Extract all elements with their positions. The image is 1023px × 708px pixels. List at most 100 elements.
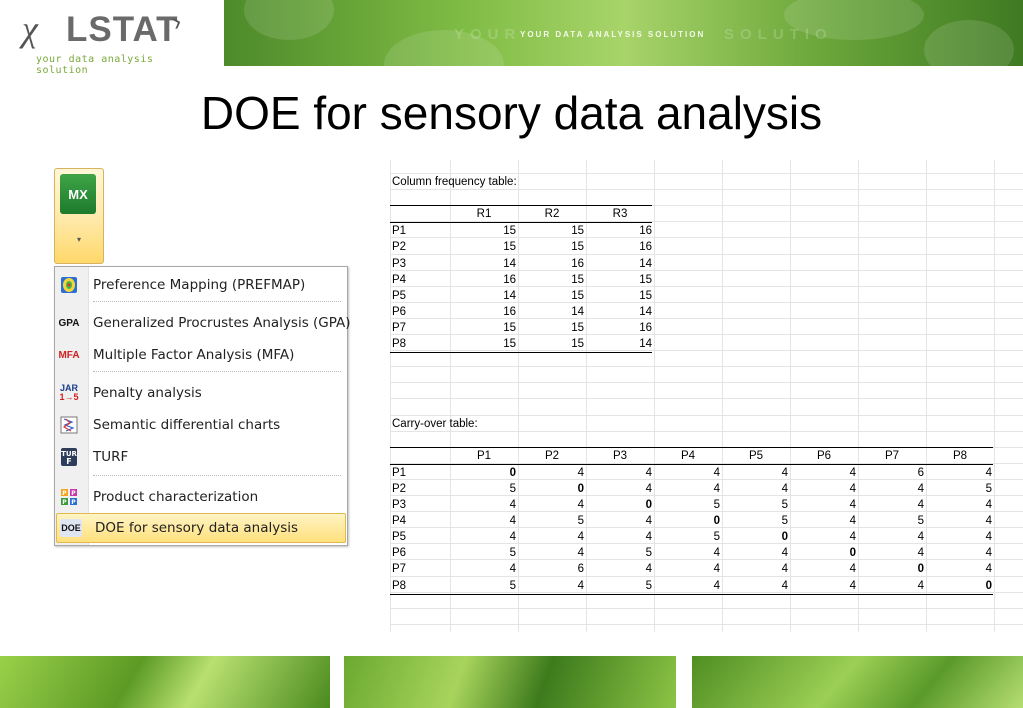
table-cell[interactable]: 6: [860, 465, 924, 481]
table-cell[interactable]: 5: [656, 497, 720, 513]
table-cell[interactable]: 16: [588, 320, 652, 336]
table-cell[interactable]: 0: [928, 578, 992, 594]
table-cell[interactable]: 4: [588, 529, 652, 545]
table-cell[interactable]: 5: [928, 481, 992, 497]
column-header[interactable]: P1: [452, 448, 516, 464]
table-cell[interactable]: 4: [928, 545, 992, 561]
row-header[interactable]: P4: [392, 513, 448, 529]
column-header[interactable]: R2: [520, 206, 584, 222]
table-cell[interactable]: 4: [792, 513, 856, 529]
table-cell[interactable]: 5: [724, 497, 788, 513]
table-cell[interactable]: 14: [588, 256, 652, 272]
table-cell[interactable]: 5: [452, 578, 516, 594]
row-header[interactable]: P1: [392, 465, 448, 481]
row-header[interactable]: P8: [392, 578, 448, 594]
row-header[interactable]: P3: [392, 497, 448, 513]
column-header[interactable]: P5: [724, 448, 788, 464]
table-cell[interactable]: 0: [452, 465, 516, 481]
table-cell[interactable]: 14: [588, 336, 652, 352]
table-cell[interactable]: 4: [792, 561, 856, 577]
row-header[interactable]: P2: [392, 481, 448, 497]
table-cell[interactable]: 4: [928, 529, 992, 545]
table-cell[interactable]: 4: [656, 481, 720, 497]
table-cell[interactable]: 4: [588, 513, 652, 529]
table-cell[interactable]: 5: [588, 578, 652, 594]
table-cell[interactable]: 15: [452, 239, 516, 255]
table-cell[interactable]: 15: [452, 320, 516, 336]
menu-item-product-characterization[interactable]: PPPP Product characterization: [55, 483, 345, 511]
table-cell[interactable]: 5: [656, 529, 720, 545]
menu-item-gpa[interactable]: GPA Generalized Procrustes Analysis (GPA…: [55, 309, 351, 337]
table-cell[interactable]: 4: [724, 481, 788, 497]
table-cell[interactable]: 4: [656, 578, 720, 594]
table-cell[interactable]: 4: [792, 529, 856, 545]
table-cell[interactable]: 4: [724, 578, 788, 594]
menu-item-prefmap[interactable]: Preference Mapping (PREFMAP): [55, 271, 345, 299]
row-header[interactable]: P7: [392, 320, 448, 336]
table-cell[interactable]: 4: [928, 513, 992, 529]
column-header[interactable]: P6: [792, 448, 856, 464]
menu-item-semantic[interactable]: Semantic differential charts: [55, 411, 345, 439]
table-cell[interactable]: 5: [588, 545, 652, 561]
table-cell[interactable]: 4: [656, 545, 720, 561]
row-header[interactable]: P7: [392, 561, 448, 577]
menu-item-doe-selected[interactable]: DOE DOE for sensory data analysis: [56, 513, 346, 543]
table-cell[interactable]: 5: [724, 513, 788, 529]
table-cell[interactable]: 4: [928, 497, 992, 513]
table-cell[interactable]: 0: [656, 513, 720, 529]
column-header[interactable]: P3: [588, 448, 652, 464]
table-cell[interactable]: 16: [520, 256, 584, 272]
table-cell[interactable]: 4: [792, 481, 856, 497]
table-cell[interactable]: 4: [860, 578, 924, 594]
column-header[interactable]: P7: [860, 448, 924, 464]
menu-item-penalty[interactable]: JAR 1→5 Penalty analysis: [55, 379, 345, 407]
table-cell[interactable]: 14: [520, 304, 584, 320]
table-cell[interactable]: 0: [860, 561, 924, 577]
table-cell[interactable]: 15: [520, 223, 584, 239]
table-cell[interactable]: 0: [520, 481, 584, 497]
column-header[interactable]: R3: [588, 206, 652, 222]
table-cell[interactable]: 4: [520, 578, 584, 594]
table-cell[interactable]: 4: [452, 561, 516, 577]
freq-table-title[interactable]: Column frequency table:: [392, 174, 588, 190]
table-cell[interactable]: 4: [928, 561, 992, 577]
table-cell[interactable]: 4: [860, 545, 924, 561]
table-cell[interactable]: 4: [520, 465, 584, 481]
table-cell[interactable]: 15: [452, 223, 516, 239]
table-cell[interactable]: 4: [656, 465, 720, 481]
table-cell[interactable]: 4: [520, 497, 584, 513]
table-cell[interactable]: 14: [452, 256, 516, 272]
column-header[interactable]: P8: [928, 448, 992, 464]
table-cell[interactable]: 14: [452, 288, 516, 304]
row-header[interactable]: P6: [392, 304, 448, 320]
table-cell[interactable]: 14: [588, 304, 652, 320]
mx-ribbon-button[interactable]: MX ▾: [54, 168, 104, 264]
table-cell[interactable]: 16: [452, 304, 516, 320]
table-cell[interactable]: 4: [724, 465, 788, 481]
row-header[interactable]: P1: [392, 223, 448, 239]
table-cell[interactable]: 15: [520, 320, 584, 336]
table-cell[interactable]: 4: [452, 497, 516, 513]
row-header[interactable]: P2: [392, 239, 448, 255]
menu-item-mfa[interactable]: MFA Multiple Factor Analysis (MFA): [55, 341, 345, 369]
table-cell[interactable]: 0: [792, 545, 856, 561]
table-cell[interactable]: 4: [724, 545, 788, 561]
table-cell[interactable]: 5: [452, 481, 516, 497]
table-cell[interactable]: 4: [792, 465, 856, 481]
table-cell[interactable]: 4: [792, 497, 856, 513]
table-cell[interactable]: 0: [588, 497, 652, 513]
mx-icon[interactable]: MX: [60, 174, 96, 214]
column-header[interactable]: R1: [452, 206, 516, 222]
table-cell[interactable]: 5: [860, 513, 924, 529]
row-header[interactable]: P4: [392, 272, 448, 288]
row-header[interactable]: P5: [392, 288, 448, 304]
row-header[interactable]: P3: [392, 256, 448, 272]
table-cell[interactable]: 4: [452, 529, 516, 545]
table-cell[interactable]: 4: [588, 481, 652, 497]
table-cell[interactable]: 5: [452, 545, 516, 561]
table-cell[interactable]: 0: [724, 529, 788, 545]
table-cell[interactable]: 15: [588, 288, 652, 304]
table-cell[interactable]: 16: [588, 223, 652, 239]
table-cell[interactable]: 4: [860, 481, 924, 497]
row-header[interactable]: P8: [392, 336, 448, 352]
